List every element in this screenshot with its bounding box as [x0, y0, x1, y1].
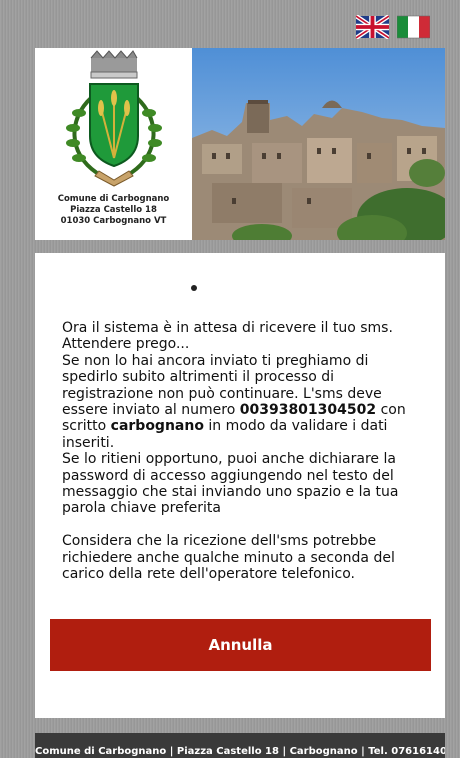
- crest-panel: Comune di Carbognano Piazza Castello 18 …: [35, 48, 192, 240]
- italy-flag-icon[interactable]: [397, 15, 430, 39]
- footer-text: Comune di Carbognano | Piazza Castello 1…: [35, 746, 445, 757]
- coat-of-arms-icon: [66, 50, 162, 187]
- waiting-text: Ora il sistema è in attesa di ricevere i…: [62, 320, 393, 353]
- language-selector: [356, 15, 430, 39]
- header-banner: Comune di Carbognano Piazza Castello 18 …: [35, 48, 445, 240]
- address-line-2: Piazza Castello 18: [70, 205, 157, 215]
- delay-notice: Considera che la ricezione dell'sms potr…: [62, 533, 395, 583]
- password-instructions: Se lo ritieni opportuno, puoi anche dich…: [62, 451, 399, 517]
- cancel-button[interactable]: Annulla: [50, 619, 431, 671]
- address-line-1: Comune di Carbognano: [57, 194, 170, 204]
- sms-keyword: carbognano: [110, 418, 204, 435]
- footer-bar: Comune di Carbognano | Piazza Castello 1…: [35, 733, 445, 758]
- sms-instructions: Ora il sistema è in attesa di ricevere i…: [62, 320, 422, 582]
- loading-indicator: [191, 285, 197, 291]
- municipality-address: Comune di Carbognano Piazza Castello 18 …: [35, 194, 192, 227]
- send-instructions: Se non lo hai ancora inviato ti preghiam…: [62, 353, 422, 451]
- phone-number: 00393801304502: [239, 402, 377, 419]
- uk-flag-icon[interactable]: [356, 15, 389, 39]
- waiting-card: Ora il sistema è in attesa di ricevere i…: [35, 253, 445, 718]
- address-line-3: 01030 Carbognano VT: [60, 216, 167, 226]
- town-photo: [192, 48, 445, 240]
